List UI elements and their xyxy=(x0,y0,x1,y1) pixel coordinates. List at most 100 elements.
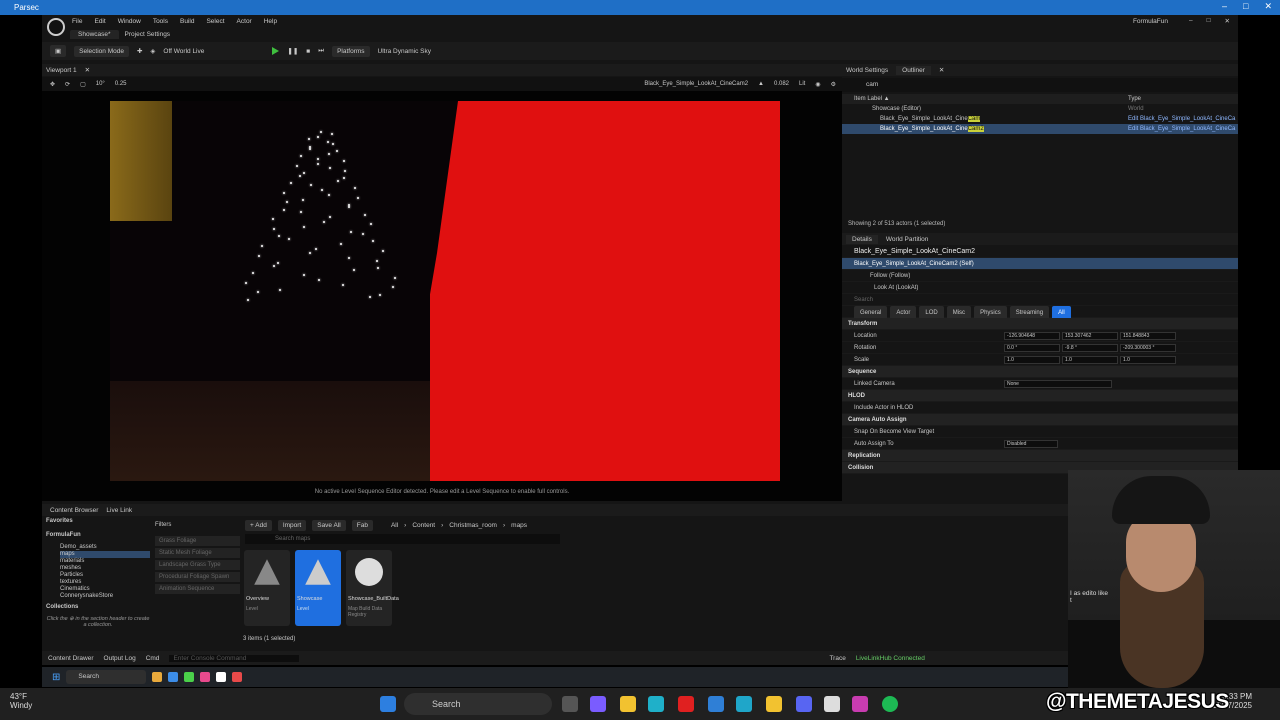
content-drawer-button[interactable]: Content Drawer xyxy=(48,655,94,662)
section-sequence[interactable]: Sequence xyxy=(842,366,1238,378)
tab-details[interactable]: Details xyxy=(846,234,878,244)
lit-dropdown[interactable]: Lit xyxy=(799,81,805,87)
asset-tile-selected[interactable]: Showcase Level xyxy=(295,550,341,626)
folder-item[interactable]: Cinematics xyxy=(60,586,150,593)
tab-world-partition[interactable]: World Partition xyxy=(886,236,929,243)
component-follow[interactable]: Follow (Follow) xyxy=(842,270,1238,282)
rotation-z[interactable]: -209.300003 ° xyxy=(1120,344,1176,352)
ue-minimize-button[interactable]: – xyxy=(1189,17,1193,25)
outliner-row[interactable]: Showcase (Editor) World xyxy=(842,104,1238,114)
youtube-icon[interactable] xyxy=(678,696,694,712)
store-icon[interactable] xyxy=(708,696,724,712)
scale-z[interactable]: 1.0 xyxy=(1120,356,1176,364)
copilot-icon[interactable] xyxy=(590,696,606,712)
outliner-row-selected[interactable]: Black_Eye_Simple_LookAt_CineCam2 Edit Bl… xyxy=(842,124,1238,134)
path-maps[interactable]: maps xyxy=(511,522,527,529)
rotate-icon[interactable]: ⟳ xyxy=(65,81,70,88)
filter-chip[interactable]: Animation Sequence xyxy=(155,584,240,594)
project-settings-button[interactable]: Project Settings xyxy=(125,31,171,38)
section-hlod[interactable]: HLOD xyxy=(842,390,1238,402)
location-z[interactable]: 151.848843 xyxy=(1120,332,1176,340)
app-icon[interactable] xyxy=(852,696,868,712)
scale-x[interactable]: 1.0 xyxy=(1004,356,1060,364)
menu-build[interactable]: Build xyxy=(180,18,194,25)
section-transform[interactable]: Transform xyxy=(842,318,1238,330)
chrome-icon[interactable] xyxy=(824,696,840,712)
filter-chip[interactable]: Landscape Grass Type xyxy=(155,560,240,570)
output-log-button[interactable]: Output Log xyxy=(104,655,136,662)
path-all[interactable]: All xyxy=(391,522,398,529)
snap-view-target-row[interactable]: Snap On Become View Target xyxy=(842,426,1238,438)
menu-help[interactable]: Help xyxy=(264,18,277,25)
edge-icon[interactable] xyxy=(648,696,664,712)
auto-assign-dropdown[interactable]: Disabled xyxy=(1004,440,1058,448)
app-icon[interactable] xyxy=(200,672,211,682)
minimize-button[interactable]: – xyxy=(1222,1,1227,12)
tab-world-settings[interactable]: World Settings xyxy=(846,67,888,74)
sky-dropdown[interactable]: Ultra Dynamic Sky xyxy=(378,48,431,55)
linked-camera-dropdown[interactable]: None xyxy=(1004,380,1112,388)
app-icon[interactable] xyxy=(216,672,227,682)
skip-icon[interactable]: ⏭ xyxy=(318,47,324,55)
maximize-button[interactable]: □ xyxy=(1243,1,1248,12)
task-view-icon[interactable] xyxy=(562,696,578,712)
rotation-snap[interactable]: 10° xyxy=(96,81,105,87)
location-y[interactable]: 153.307462 xyxy=(1062,332,1118,340)
section-camera-auto-assign[interactable]: Camera Auto Assign xyxy=(842,414,1238,426)
world-dropdown[interactable]: Off World Live xyxy=(163,48,204,55)
menu-file[interactable]: File xyxy=(72,18,82,25)
component-self[interactable]: Black_Eye_Simple_LookAt_CineCam2 (Self) xyxy=(842,258,1238,270)
camera-name[interactable]: Black_Eye_Simple_LookAt_CineCam2 xyxy=(644,81,748,87)
play-button[interactable] xyxy=(272,47,280,55)
add-button[interactable]: + Add xyxy=(245,519,272,531)
asset-tile[interactable]: Showcase_BuiltData Map Build Data Regist… xyxy=(346,550,399,626)
lock-icon[interactable]: ▲ xyxy=(758,81,764,87)
folder-item[interactable]: meshes xyxy=(60,565,150,572)
rotation-y[interactable]: -9.8 ° xyxy=(1062,344,1118,352)
weather-widget[interactable]: 43°F Windy xyxy=(10,692,32,710)
filter-chip[interactable]: Grass Foliage xyxy=(155,536,240,546)
app-icon[interactable] xyxy=(152,672,163,682)
level-tab[interactable]: Showcase* xyxy=(70,29,119,39)
favorites-header[interactable]: Favorites xyxy=(46,518,150,532)
col-type[interactable]: Type xyxy=(1128,96,1141,102)
import-button[interactable]: Import xyxy=(277,519,307,531)
col-item-label[interactable]: Item Label ▲ xyxy=(842,96,1128,102)
level-viewport[interactable]: No active Level Sequence Editor detected… xyxy=(42,91,842,501)
ue-close-button[interactable]: ✕ xyxy=(1225,17,1230,25)
unreal-logo-icon[interactable] xyxy=(47,18,65,36)
scale-y[interactable]: 1.0 xyxy=(1062,356,1118,364)
folder-item[interactable]: Particles xyxy=(60,572,150,579)
folder-item-selected[interactable]: maps xyxy=(60,551,150,558)
section-replication[interactable]: Replication xyxy=(842,450,1238,462)
platforms-dropdown[interactable]: Platforms xyxy=(332,45,370,57)
save-all-button[interactable]: Save All xyxy=(312,519,346,531)
app-icon[interactable] xyxy=(766,696,782,712)
console-input[interactable]: Enter Console Command xyxy=(169,654,300,662)
filter-chip[interactable]: Procedural Foliage Spawn xyxy=(155,572,240,582)
include-hlod-row[interactable]: Include Actor in HLOD xyxy=(842,402,1238,414)
menu-edit[interactable]: Edit xyxy=(94,18,105,25)
stop-icon[interactable]: ■ xyxy=(306,48,310,55)
add-actor-icon[interactable]: ✚ xyxy=(137,47,142,55)
app-icon[interactable] xyxy=(168,672,179,682)
menu-actor[interactable]: Actor xyxy=(237,18,252,25)
explorer-icon[interactable] xyxy=(620,696,636,712)
spotify-icon[interactable] xyxy=(882,696,898,712)
remote-search[interactable]: Search xyxy=(66,670,147,684)
pause-icon[interactable]: ❚❚ xyxy=(287,47,298,55)
rotation-x[interactable]: 0.0 ° xyxy=(1004,344,1060,352)
trace-button[interactable]: Trace xyxy=(829,655,845,662)
blueprint-icon[interactable]: ◈ xyxy=(150,47,155,55)
save-icon[interactable]: ▣ xyxy=(50,45,67,57)
scale-snap[interactable]: 0.25 xyxy=(115,81,127,87)
settings-icon[interactable]: ⚙ xyxy=(831,81,836,88)
taskbar-search[interactable]: Search xyxy=(404,693,552,715)
fab-button[interactable]: Fab xyxy=(351,519,373,531)
menu-select[interactable]: Select xyxy=(206,18,224,25)
app-icon[interactable] xyxy=(736,696,752,712)
close-outliner-icon[interactable]: ✕ xyxy=(939,66,944,74)
menu-window[interactable]: Window xyxy=(118,18,141,25)
folder-item[interactable]: materials xyxy=(60,558,150,565)
path-christmas-room[interactable]: Christmas_room xyxy=(449,522,497,529)
